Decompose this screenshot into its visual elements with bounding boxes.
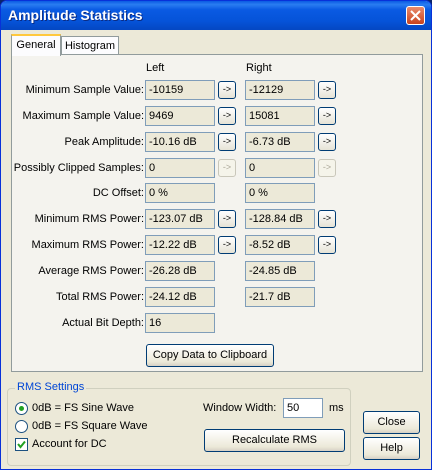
window-title: Amplitude Statistics [8, 7, 143, 23]
dc-offset-right: 0 % [245, 183, 315, 203]
clipped-samples-left: 0 [145, 158, 215, 178]
arrow-right-icon: -> [322, 84, 332, 94]
goto-max-rms-right-button[interactable]: -> [318, 236, 336, 254]
avg-rms-label: Average RMS Power: [38, 265, 144, 277]
peak-amplitude-right: -6.73 dB [245, 132, 315, 152]
goto-clipped-left-button[interactable]: -> [218, 159, 236, 177]
total-rms-right: -21.7 dB [245, 287, 315, 307]
tab-general[interactable]: General [11, 34, 61, 56]
sine-wave-label[interactable]: 0dB = FS Sine Wave [32, 402, 134, 414]
arrow-right-icon: -> [222, 162, 232, 172]
help-button[interactable]: Help [363, 437, 420, 460]
arrow-right-icon: -> [322, 162, 332, 172]
arrow-right-icon: -> [222, 239, 232, 249]
window-width-unit: ms [329, 402, 344, 414]
arrow-right-icon: -> [222, 110, 232, 120]
max-sample-label: Maximum Sample Value: [22, 110, 144, 122]
min-rms-right: -128.84 dB [245, 209, 315, 229]
window-width-label: Window Width: [203, 402, 277, 414]
window-width-input[interactable]: 50 [283, 398, 323, 418]
checkmark-icon [17, 440, 26, 449]
tab-histogram[interactable]: Histogram [61, 36, 119, 56]
peak-amplitude-label: Peak Amplitude: [64, 136, 145, 148]
goto-max-sample-right-button[interactable]: -> [318, 107, 336, 125]
min-sample-left: -10159 [145, 80, 215, 100]
account-for-dc-label[interactable]: Account for DC [32, 438, 107, 450]
peak-amplitude-left: -10.16 dB [145, 132, 215, 152]
dc-offset-label: DC Offset: [92, 187, 144, 199]
clipped-samples-label: Possibly Clipped Samples: [13, 162, 144, 174]
arrow-right-icon: -> [322, 110, 332, 120]
arrow-right-icon: -> [222, 84, 232, 94]
max-sample-right: 15081 [245, 106, 315, 126]
min-sample-right: -12129 [245, 80, 315, 100]
total-rms-left: -24.12 dB [145, 287, 215, 307]
arrow-right-icon: -> [322, 239, 332, 249]
account-for-dc-checkbox[interactable] [15, 438, 28, 451]
radio-selected-dot [19, 406, 24, 411]
total-rms-label: Total RMS Power: [55, 291, 144, 303]
sine-wave-radio[interactable] [15, 402, 28, 415]
goto-peak-right-button[interactable]: -> [318, 133, 336, 151]
title-bar[interactable]: Amplitude Statistics [1, 1, 431, 30]
clipped-samples-right: 0 [245, 158, 315, 178]
arrow-right-icon: -> [222, 213, 232, 223]
arrow-right-icon: -> [222, 136, 232, 146]
avg-rms-left: -26.28 dB [145, 261, 215, 281]
goto-min-rms-right-button[interactable]: -> [318, 210, 336, 228]
right-column-header: Right [246, 62, 272, 74]
goto-min-sample-left-button[interactable]: -> [218, 81, 236, 99]
max-rms-right: -8.52 dB [245, 235, 315, 255]
close-window-button[interactable] [406, 6, 425, 25]
bit-depth-left: 16 [145, 313, 215, 333]
square-wave-radio[interactable] [15, 420, 28, 433]
max-rms-label: Maximum RMS Power: [31, 239, 144, 251]
rms-settings-title: RMS Settings [15, 381, 87, 393]
goto-peak-left-button[interactable]: -> [218, 133, 236, 151]
arrow-right-icon: -> [322, 213, 332, 223]
close-button[interactable]: Close [363, 411, 420, 434]
amplitude-statistics-dialog: Amplitude Statistics General Histogram L… [0, 0, 432, 470]
arrow-right-icon: -> [322, 136, 332, 146]
min-rms-left: -123.07 dB [145, 209, 215, 229]
left-column-header: Left [146, 62, 165, 74]
goto-min-rms-left-button[interactable]: -> [218, 210, 236, 228]
goto-min-sample-right-button[interactable]: -> [318, 81, 336, 99]
avg-rms-right: -24.85 dB [245, 261, 315, 281]
min-sample-label: Minimum Sample Value: [25, 84, 144, 96]
bit-depth-label: Actual Bit Depth: [62, 317, 144, 329]
goto-max-rms-left-button[interactable]: -> [218, 236, 236, 254]
goto-clipped-right-button[interactable]: -> [318, 159, 336, 177]
goto-max-sample-left-button[interactable]: -> [218, 107, 236, 125]
max-rms-left: -12.22 dB [145, 235, 215, 255]
close-x-icon [410, 10, 421, 21]
square-wave-label[interactable]: 0dB = FS Square Wave [32, 420, 147, 432]
recalculate-rms-button[interactable]: Recalculate RMS [204, 429, 345, 452]
min-rms-label: Minimum RMS Power: [34, 213, 144, 225]
copy-to-clipboard-button[interactable]: Copy Data to Clipboard [146, 344, 274, 367]
max-sample-left: 9469 [145, 106, 215, 126]
dc-offset-left: 0 % [145, 183, 215, 203]
